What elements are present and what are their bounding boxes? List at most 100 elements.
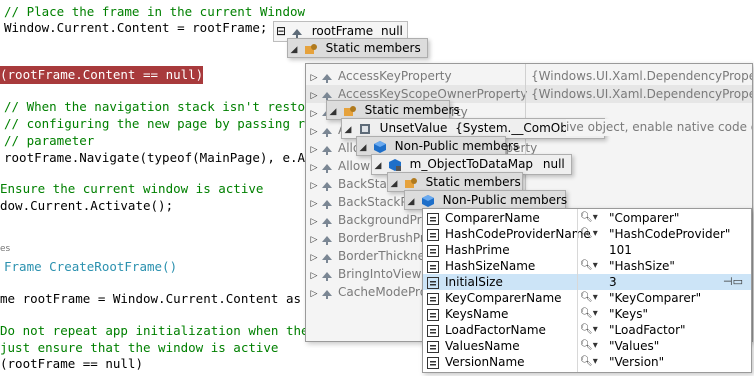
static-property-icon [320, 160, 334, 174]
hash-constant-row[interactable]: LoadFactorName 🔍︎▾ "LoadFactor" [423, 322, 751, 338]
static-members-icon [343, 104, 357, 118]
constant-value: "HashSize" [609, 259, 675, 273]
static-property-icon [320, 214, 334, 228]
magnifier-icon[interactable]: 🔍︎▾ [580, 226, 600, 242]
hash-constant-row[interactable]: KeysName 🔍︎▾ "Keys" [423, 306, 751, 322]
constant-name: VersionName [445, 355, 525, 369]
code-line[interactable]: Ensure the current window is active [0, 180, 263, 198]
constant-value: 101 [609, 243, 632, 257]
static-members-icon [304, 42, 318, 56]
magnifier-icon[interactable]: 🔍︎▾ [580, 306, 600, 322]
constant-value: "Comparer" [609, 211, 680, 225]
magnifier-icon[interactable]: 🔍︎▾ [580, 338, 600, 354]
collapse-triangle-icon[interactable]: ◢ [288, 41, 300, 59]
constant-value: "LoadFactor" [609, 323, 686, 337]
unsetvalue-note: ive object, enable native code debu [566, 119, 752, 136]
datatip-value: null [381, 24, 403, 38]
map-static-members-header[interactable]: ◢ Static members [387, 172, 523, 192]
expand-triangle-icon[interactable]: ▷ [308, 285, 320, 303]
hash-constant-row[interactable]: ValuesName 🔍︎▾ "Values" [423, 338, 751, 354]
code-line[interactable]: me rootFrame = Window.Current.Content as… [0, 290, 331, 308]
static-members-header[interactable]: ◢ Static members [287, 38, 428, 58]
code-line[interactable]: // When the navigation stack isn't resto… [4, 98, 328, 116]
datatip-name: rootFrame [311, 24, 374, 38]
constant-value: "Keys" [609, 307, 649, 321]
code-line[interactable]: // parameter [4, 132, 94, 150]
constant-icon [426, 324, 440, 338]
constant-name: KeyComparerName [445, 291, 562, 305]
collapse-triangle-icon[interactable]: ◢ [357, 139, 369, 157]
hash-constant-row[interactable]: InitialSize 3 ⊣▭ [423, 274, 751, 290]
static-property-icon [320, 232, 334, 246]
code-line[interactable]: Window.Current.Content = rootFrame; [4, 19, 267, 37]
constant-value: "KeyComparer" [609, 291, 702, 305]
column-divider [577, 209, 578, 372]
constant-name: KeysName [445, 307, 509, 321]
hash-constant-row[interactable]: KeyComparerName 🔍︎▾ "KeyComparer" [423, 290, 751, 306]
static-property-icon [320, 124, 334, 138]
property-value: {Windows.UI.Xaml.DependencyProperty} [531, 69, 752, 83]
constant-value: 3 [609, 275, 617, 289]
unset-static-members-header[interactable]: ◢ Static members [326, 100, 460, 121]
constant-icon [426, 292, 440, 306]
static-property-icon [320, 70, 334, 84]
collapse-triangle-icon[interactable]: ◢ [372, 157, 384, 176]
non-public-members-header[interactable]: ◢ Non-Public members [356, 136, 519, 157]
property-row[interactable]: ▷ AccessKeyProperty {Windows.UI.Xaml.Depen… [306, 67, 752, 85]
constant-name: LoadFactorName [445, 323, 546, 337]
static-members-icon [404, 176, 418, 190]
hash-constant-row[interactable]: HashCodeProviderName 🔍︎▾ "HashCodeProvider… [423, 226, 751, 242]
hashtable-constants-list[interactable]: ComparerName 🔍︎▾ "Comparer" HashCodeProvide… [422, 208, 752, 373]
map-non-public-members-header[interactable]: ◢ Non-Public members [404, 190, 567, 211]
codelens-references[interactable]: es [0, 244, 10, 254]
magnifier-icon[interactable]: 🔍︎▾ [580, 210, 600, 226]
pin-icon[interactable]: ⊣▭ [723, 274, 743, 290]
property-icon [290, 25, 304, 39]
code-line[interactable]: (rootFrame == null) [0, 355, 143, 373]
static-property-icon [320, 178, 334, 192]
magnifier-icon[interactable]: 🔍︎▾ [580, 354, 600, 370]
constant-name: HashSizeName [445, 259, 536, 273]
constant-value: "HashCodeProvider" [609, 227, 731, 241]
code-line[interactable]: Frame CreateRootFrame() [4, 258, 177, 276]
magnifier-icon[interactable]: 🔍︎▾ [580, 258, 600, 274]
field-icon [358, 122, 372, 136]
private-field-icon [388, 158, 402, 172]
constant-icon [426, 244, 440, 258]
constant-name: ComparerName [445, 211, 540, 225]
static-property-icon [320, 196, 334, 210]
static-property-icon [320, 142, 334, 156]
constant-value: "Values" [609, 339, 660, 353]
constant-icon [426, 308, 440, 322]
collapse-triangle-icon[interactable]: ◢ [388, 175, 400, 193]
collapse-icon[interactable]: ⊟ [276, 24, 286, 38]
constant-name: HashPrime [445, 243, 510, 257]
static-property-icon [320, 250, 334, 264]
constant-value: "Version" [609, 355, 665, 369]
magnifier-icon[interactable]: 🔍︎▾ [580, 290, 600, 306]
collapse-triangle-icon[interactable]: ◢ [405, 193, 417, 211]
property-name: AccessKeyScopeOwnerProperty [338, 87, 528, 101]
magnifier-icon[interactable]: 🔍︎▾ [580, 322, 600, 338]
hash-constant-row[interactable]: HashPrime 101 [423, 242, 751, 258]
constant-name: HashCodeProviderName [445, 227, 591, 241]
hash-constant-row[interactable]: HashSizeName 🔍︎▾ "HashSize" [423, 258, 751, 274]
constant-icon [426, 212, 440, 226]
constant-icon [426, 260, 440, 274]
code-line[interactable]: rootFrame.Navigate(typeof(MainPage), e.A… [4, 149, 328, 167]
property-value: {Windows.UI.Xaml.DependencyProperty} [531, 87, 752, 101]
constant-icon [426, 340, 440, 354]
constant-icon [426, 228, 440, 242]
hash-constant-row[interactable]: VersionName 🔍︎▾ "Version" [423, 354, 751, 370]
constant-icon [426, 276, 440, 290]
hash-constant-row[interactable]: ComparerName 🔍︎▾ "Comparer" [423, 210, 751, 226]
code-line[interactable]: (rootFrame.Content == null) [0, 66, 204, 84]
collapse-triangle-icon[interactable]: ◢ [327, 103, 339, 121]
code-line[interactable]: dow.Current.Activate(); [0, 197, 173, 215]
constant-name: InitialSize [445, 275, 503, 289]
property-name: AccessKeyProperty [338, 69, 452, 83]
non-public-members-icon [373, 140, 387, 154]
constant-name: ValuesName [445, 339, 520, 353]
collapse-triangle-icon[interactable]: ◢ [342, 121, 354, 140]
code-line[interactable]: // configuring the new page by passing r… [4, 115, 328, 133]
